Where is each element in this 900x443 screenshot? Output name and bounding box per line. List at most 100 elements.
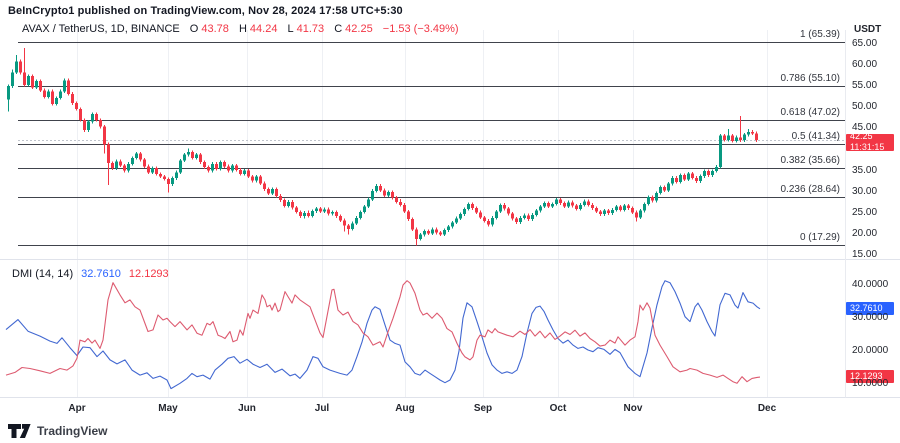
candle-body [31,76,34,87]
candle-body [143,160,146,167]
symbol-name: AVAX / TetherUS, 1D, BINANCE [22,23,180,35]
time-axis-month-label: Jul [302,403,342,414]
fib-level-label: 0.236 (28.64) [781,184,841,196]
candle-body [471,204,474,208]
candle-body [323,209,326,211]
dmi-axis-tick: 40.0000 [852,279,888,291]
high-label: H [239,23,247,35]
candle-body [587,201,590,204]
candle-body [503,205,506,208]
candle-body [615,206,618,209]
dmi-axis-tick: 10.0000 [852,378,888,390]
candle-body [179,160,182,172]
candle-body [599,212,602,215]
attribution-text: BeInCrypto1 published on TradingView.com… [8,5,403,17]
candle-body [223,162,226,166]
high-value: 44.24 [250,23,278,35]
candle-body [395,198,398,202]
candle-body [583,201,586,204]
candle-body [663,187,666,190]
candle-body [635,212,638,217]
low-label: L [288,23,294,35]
candle-body [699,176,702,181]
currency-label: USDT [854,24,881,35]
candle-body [207,167,210,170]
candle-body [571,202,574,205]
candle-body [47,91,50,96]
candle-body [415,229,418,239]
candle-body [439,233,442,235]
candle-body [307,213,310,216]
candle-body [555,200,558,204]
candle-body [711,171,714,175]
price-axis-tick: 30.00 [852,186,877,198]
candle-body [671,178,674,184]
candle-body [295,208,298,212]
dmi-legend[interactable]: DMI (14, 14)32.761012.1293 [12,268,177,280]
time-axis-month-label: Sep [463,403,503,414]
tradingview-footer[interactable]: TradingView [8,424,107,438]
candle-body [247,171,250,177]
candle-body [411,219,414,229]
candle-body [527,215,530,219]
candle-body [371,191,374,199]
candle-body [631,208,634,212]
symbol-info-bar[interactable]: AVAX / TetherUS, 1D, BINANCE O43.78 H44.… [22,23,462,35]
candle-body [39,81,42,90]
candle-body [399,202,402,205]
candle-body [351,223,354,228]
dmi-axis-tick: 20.0000 [852,345,888,357]
candle-body [355,218,358,223]
candle-body [131,158,134,164]
candle-body [15,62,18,73]
candle-body [523,215,526,218]
candle-body [91,114,94,122]
fib-level-label: 0 (17.29) [800,232,840,244]
price-axis-tick: 55.00 [852,80,877,92]
candle-body [279,196,282,200]
candle-body [719,136,722,167]
candle-body [603,211,606,214]
candle-body [75,103,78,109]
candle-body [271,189,274,193]
candle-body [115,161,118,168]
candle-body [623,206,626,210]
candle-body [595,208,598,211]
candle-body [619,206,622,209]
candle-body [419,235,422,239]
candle-body [435,229,438,232]
candle-body [7,86,10,100]
chart-canvas[interactable] [0,0,900,443]
candle-body [123,166,126,171]
tradingview-chart-widget: BeInCrypto1 published on TradingView.com… [0,0,900,443]
candle-body [543,203,546,206]
candle-body [383,190,386,195]
tradingview-logo-icon [8,424,31,438]
candle-body [191,152,194,158]
candle-body [495,212,498,218]
price-axis-tick: 25.00 [852,207,877,219]
candle-body [499,205,502,211]
candle-body [171,178,174,184]
candle-body [379,186,382,191]
candle-body [747,132,750,135]
time-axis-month-label: Jun [227,403,267,414]
candle-body [515,219,518,222]
candle-body [63,80,66,91]
fib-level-label: 0.382 (35.66) [781,155,841,167]
candle-body [679,175,682,182]
time-axis-month-label: Aug [385,403,425,414]
candle-body [751,132,754,134]
candle-body [135,154,138,158]
candle-body [659,187,662,193]
dmi-line-di_plus [6,281,760,389]
candle-body [167,179,170,184]
candle-body [547,203,550,206]
candle-body [691,174,694,178]
low-value: 41.73 [297,23,325,35]
candle-body [723,136,726,140]
candle-body [283,200,286,206]
candle-body [119,161,122,165]
candle-body [655,193,658,201]
candle-body [687,174,690,180]
